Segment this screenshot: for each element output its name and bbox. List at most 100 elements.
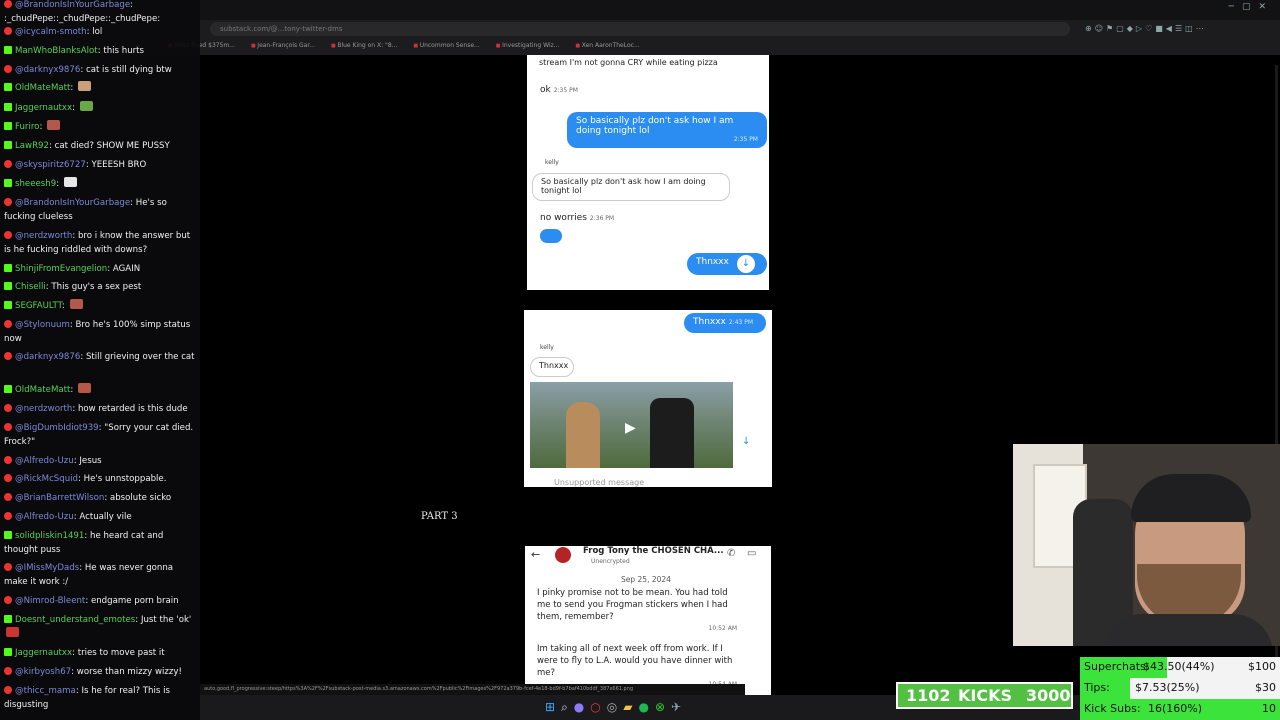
back-arrow-icon[interactable]: ← <box>531 548 540 561</box>
youtube-badge-icon <box>4 563 12 571</box>
discord-icon[interactable]: ● <box>574 700 590 714</box>
address-bar[interactable]: substack.com/@...tony-twitter-dms <box>210 22 1070 36</box>
spotify-icon[interactable]: ● <box>638 700 654 714</box>
chat-text: worse than mizzy wizzy! <box>76 667 182 677</box>
sender-label: kelly <box>540 344 554 351</box>
outgoing-bubble: Thnxxx 2:43 PM <box>684 313 766 333</box>
chat-message: @BrianBarrettWilson: absolute sicko <box>4 491 196 505</box>
search-icon[interactable]: ⌕ <box>561 700 574 714</box>
scroll-down-icon[interactable]: ↓ <box>737 255 755 273</box>
windows-start-icon[interactable]: ⊞ <box>545 700 561 714</box>
chat-username[interactable]: ShinjiFromEvangelion <box>15 264 107 274</box>
chat-username[interactable]: @thicc_mama <box>15 686 76 696</box>
kick-badge-icon <box>4 282 12 290</box>
chat-username[interactable]: @kirbyosh67 <box>15 667 71 677</box>
video-call-icon[interactable]: ▭ <box>747 548 756 559</box>
opera-icon[interactable]: ○ <box>590 700 606 714</box>
phone-icon[interactable]: ✆ <box>727 548 735 559</box>
tab-strip[interactable] <box>200 0 1280 20</box>
chat-message: Chiselli: This guy's a sex pest <box>4 280 196 294</box>
chat-username[interactable]: @darknyx9876 <box>15 65 80 75</box>
video-thumbnail[interactable]: ▶ <box>530 382 733 468</box>
extension-icons[interactable]: ⊕☺⚑▢◆▷♡■◀☰◫⋯ <box>1085 22 1275 36</box>
youtube-badge-icon <box>4 493 12 501</box>
folder-icon[interactable]: ▰ <box>623 700 638 714</box>
chat-message: @nerdzworth: how retarded is this dude <box>4 402 196 416</box>
chat-username[interactable]: Jaggernautxx <box>15 103 72 113</box>
chat-message: @Alfredo-Uzu: Actually vile <box>4 510 196 524</box>
chat-message: ManWhoBlanksAlot: this hurts <box>4 44 196 58</box>
dm-screenshot-1: stream I'm not gonna CRY while eating pi… <box>527 55 769 290</box>
chat-message: @thicc_mama: Is he for real? This is dis… <box>4 686 170 710</box>
dm-screenshot-2: Thnxxx 2:43 PM kelly Thnxxx ▶ ↓ Unsupport… <box>524 310 772 487</box>
chat-username[interactable]: ManWhoBlanksAlot <box>15 46 98 56</box>
chat-username[interactable]: @skyspiritz6727 <box>15 160 86 170</box>
chat-username[interactable]: sheeesh9 <box>15 179 56 189</box>
chat-username[interactable]: @nerdzworth <box>15 404 72 414</box>
chat-username[interactable]: SEGFAULTT <box>15 301 62 311</box>
maximize-icon[interactable]: ▢ <box>1242 2 1259 12</box>
steam-icon[interactable]: ✈ <box>671 700 687 714</box>
chat-username[interactable]: @Alfredo-Uzu <box>15 512 74 522</box>
window-controls[interactable]: ─▢✕ <box>1229 2 1274 12</box>
bookmark-item[interactable]: Xen AaronTheLoc... <box>575 42 639 49</box>
chat-username[interactable]: @BigDumbIdiot939 <box>15 423 99 433</box>
chat-username[interactable]: OldMateMatt <box>15 83 70 93</box>
minimize-icon[interactable]: ─ <box>1229 2 1242 12</box>
youtube-badge-icon <box>4 474 12 482</box>
close-icon[interactable]: ✕ <box>1258 2 1274 12</box>
chat-message: @kirbyosh67: worse than mizzy wizzy! <box>4 665 196 679</box>
outgoing-bubble: Thnxxx <box>687 253 767 275</box>
bookmark-item[interactable]: Investigating Wiz... <box>496 42 560 49</box>
status-bar-url: auto,good,fl_progressive:steep/https%3A%… <box>200 684 745 695</box>
chat-message: Jaggernautxx: tries to move past it <box>4 646 196 660</box>
encryption-status: Unencrypted <box>591 558 630 565</box>
chat-message: @nerdzworth: bro i know the answer but i… <box>4 231 191 255</box>
chat-message: @darknyx9876: cat is still dying btw <box>4 63 196 77</box>
chat-username[interactable]: Furiro <box>15 122 39 132</box>
webcam-feed <box>1013 444 1280 646</box>
kick-badge-icon <box>4 301 12 309</box>
chat-text: Jesus <box>79 456 102 466</box>
kicks-counter: 1102 KICKS 3000 <box>896 682 1073 709</box>
chat-username[interactable]: Chiselli <box>15 282 46 292</box>
chat-username[interactable]: solidpliskin1491 <box>15 531 84 541</box>
chat-message: @Stylonuum: Bro he's 100% simp status no… <box>4 320 191 344</box>
chat-username[interactable]: @BrandonIsInYourGarbage <box>15 0 130 10</box>
chat-username[interactable]: @BrianBarrettWilson <box>15 493 104 503</box>
youtube-badge-icon <box>4 596 12 604</box>
chat-text: tries to move past it <box>77 648 165 658</box>
chat-username[interactable]: @nerdzworth <box>15 231 72 241</box>
chat-username[interactable]: @Alfredo-Uzu <box>15 456 74 466</box>
chat-username[interactable]: Doesnt_understand_emotes <box>15 615 135 625</box>
xbox-icon[interactable]: ⊗ <box>655 700 671 714</box>
bookmark-item[interactable]: Jean-François Gar... <box>251 42 315 49</box>
bookmark-item[interactable]: Uncommon Sense... <box>413 42 479 49</box>
dm-screenshot-3: ← Frog Tony the CHOSEN CHA... Unencrypte… <box>525 546 771 695</box>
bookmark-item[interactable]: Blue King on X: "8... <box>331 42 397 49</box>
chat-username[interactable]: @icycalm-smoth <box>15 27 87 37</box>
emote-icon <box>78 383 92 393</box>
chat-username[interactable]: LawR92 <box>15 141 49 151</box>
youtube-badge-icon <box>4 404 12 412</box>
chat-username[interactable]: @BrandonIsInYourGarbage <box>15 198 130 208</box>
kick-badge-icon <box>4 615 12 623</box>
live-chat: @BrandonIsInYourGarbage: :_chudPepe::_ch… <box>0 0 200 720</box>
play-icon[interactable]: ▶ <box>625 420 636 436</box>
chat-username[interactable]: @Nimrod-Bleent <box>15 596 85 606</box>
chat-username[interactable]: OldMateMatt <box>15 385 70 395</box>
chat-username[interactable]: @Stylonuum <box>15 320 70 330</box>
kick-badge-icon <box>4 531 12 539</box>
chat-message: @skyspiritz6727: YEEESH BRO <box>4 158 196 172</box>
kicks-current: 1102 <box>906 686 951 705</box>
chat-username[interactable]: @darknyx9876 <box>15 352 80 362</box>
chat-username[interactable]: @RickMcSquid <box>15 474 78 484</box>
chat-username[interactable]: Jaggernautxx <box>15 648 72 658</box>
chat-message: @BigDumbIdiot939: "Sorry your cat died. … <box>4 423 194 447</box>
youtube-badge-icon <box>4 456 12 464</box>
browser-icon[interactable]: ◎ <box>607 700 623 714</box>
chat-username[interactable]: @IMissMyDads <box>15 563 79 573</box>
chat-message: ShinjiFromEvangelion: AGAIN <box>4 262 196 276</box>
section-heading: PART 3 <box>421 511 458 522</box>
download-icon[interactable]: ↓ <box>742 436 750 447</box>
